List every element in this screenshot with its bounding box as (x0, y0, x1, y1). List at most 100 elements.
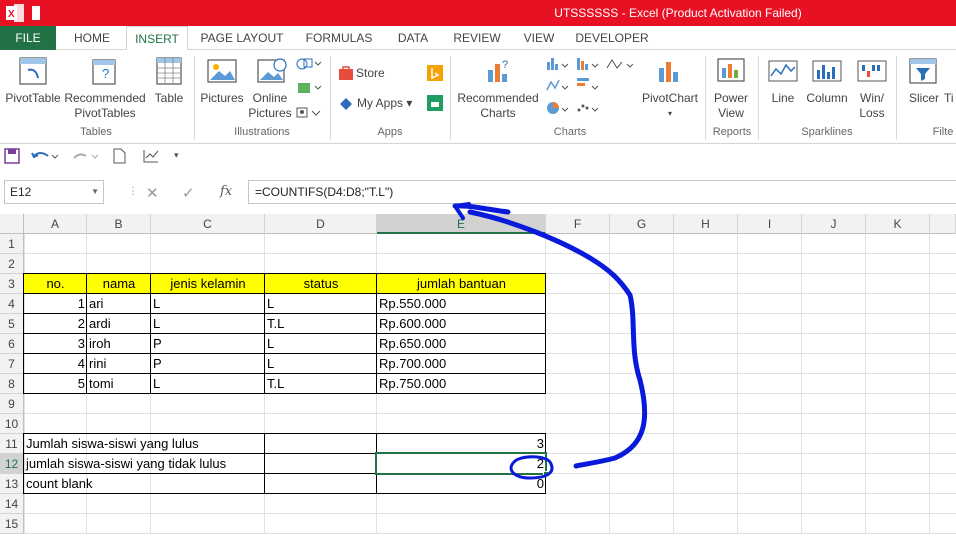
table-cell[interactable]: rini (87, 354, 151, 374)
row-header-10[interactable]: 10 (0, 414, 24, 434)
column-header-f[interactable]: F (546, 214, 610, 234)
tab-developer[interactable]: DEVELOPER (570, 26, 654, 50)
table-header-cell[interactable]: status (265, 274, 377, 294)
tab-insert[interactable]: INSERT (126, 26, 188, 51)
sparkline-winloss-button[interactable]: Win/ Loss (852, 91, 892, 121)
row-header-3[interactable]: 3 (0, 274, 24, 294)
sparkline-line-button[interactable]: Line (764, 91, 802, 106)
table-cell[interactable]: P (151, 334, 265, 354)
row-header-7[interactable]: 7 (0, 354, 24, 374)
table-cell[interactable]: 4 (24, 354, 87, 374)
column-header-b[interactable]: B (87, 214, 151, 234)
column-header-i[interactable]: I (738, 214, 802, 234)
table-cell[interactable]: ardi (87, 314, 151, 334)
row-header-11[interactable]: 11 (0, 434, 24, 454)
chart-qat-icon[interactable] (142, 148, 160, 164)
pivotchart-button[interactable]: PivotChart ▾ (638, 91, 702, 121)
column-header-c[interactable]: C (151, 214, 265, 234)
summary-value-cell[interactable]: 0 (377, 474, 546, 494)
recommended-charts-button[interactable]: Recommended Charts (454, 91, 542, 121)
pictures-button[interactable]: Pictures (198, 91, 246, 106)
column-header-j[interactable]: J (802, 214, 866, 234)
sparkline-column-button[interactable]: Column (802, 91, 852, 106)
undo-icon[interactable] (30, 148, 60, 164)
tab-page-layout[interactable]: PAGE LAYOUT (194, 26, 290, 50)
summary-label-cell[interactable]: count blank (24, 474, 265, 494)
online-pictures-button[interactable]: Online Pictures (248, 91, 292, 121)
cancel-icon[interactable]: ✕ (146, 184, 159, 202)
table-cell[interactable]: Rp.700.000 (377, 354, 546, 374)
summary-value-cell[interactable]: 3 (377, 434, 546, 454)
summary-label-cell[interactable]: Jumlah siswa-siswi yang lulus (24, 434, 265, 454)
table-cell[interactable]: Rp.550.000 (377, 294, 546, 314)
name-box[interactable]: E12 ▼ (4, 180, 104, 204)
formula-input[interactable]: =COUNTIFS(D4:D8;"T.L") (248, 180, 956, 204)
table-header-cell[interactable]: jenis kelamin (151, 274, 265, 294)
table-cell[interactable]: L (151, 294, 265, 314)
table-cell[interactable]: Rp.650.000 (377, 334, 546, 354)
tab-view[interactable]: VIEW (516, 26, 562, 50)
slicer-button[interactable]: Slicer (904, 91, 944, 106)
store-button[interactable]: Store (356, 66, 396, 81)
people-graph-icon[interactable] (426, 94, 444, 112)
row-header-8[interactable]: 8 (0, 374, 24, 394)
column-header-e[interactable]: E (377, 214, 546, 234)
row-header-12[interactable]: 12 (0, 454, 24, 474)
table-cell[interactable]: iroh (87, 334, 151, 354)
row-header-1[interactable]: 1 (0, 234, 24, 254)
table-cell[interactable]: Rp.750.000 (377, 374, 546, 394)
table-cell[interactable]: 3 (24, 334, 87, 354)
table-header-cell[interactable]: jumlah bantuan (377, 274, 546, 294)
customize-qat-icon[interactable]: ▾ (174, 150, 179, 161)
save-icon[interactable] (4, 148, 20, 164)
table-cell[interactable]: L (265, 294, 377, 314)
spreadsheet-grid[interactable]: ABCDEFGHIJK 1 2 3 4 5 6 7 8 9 10 11 12 13 14 15 no. nam… (0, 214, 956, 537)
table-cell[interactable]: 2 (24, 314, 87, 334)
table-cell[interactable]: ari (87, 294, 151, 314)
row-header-14[interactable]: 14 (0, 494, 24, 514)
column-header-h[interactable]: H (674, 214, 738, 234)
enter-icon[interactable]: ✓ (182, 184, 195, 202)
row-header-2[interactable]: 2 (0, 254, 24, 274)
table-cell[interactable]: P (151, 354, 265, 374)
table-header-cell[interactable]: nama (87, 274, 151, 294)
column-header-g[interactable]: G (610, 214, 674, 234)
insert-function-icon[interactable]: fx (220, 184, 232, 199)
table-cell[interactable]: L (151, 314, 265, 334)
column-header-k[interactable]: K (866, 214, 930, 234)
table-header-cell[interactable]: no. (24, 274, 87, 294)
tab-data[interactable]: DATA (388, 26, 438, 50)
table-cell[interactable]: L (265, 354, 377, 374)
chart-types-icon[interactable] (545, 56, 635, 120)
shapes-icon[interactable] (296, 56, 322, 72)
table-cell[interactable]: T.L (265, 374, 377, 394)
new-file-icon[interactable] (112, 148, 126, 164)
tab-review[interactable]: REVIEW (446, 26, 508, 50)
row-header-4[interactable]: 4 (0, 294, 24, 314)
name-box-dropdown-icon[interactable]: ▼ (91, 181, 99, 203)
smartart-icon[interactable] (296, 80, 322, 96)
fill-handle[interactable] (543, 471, 549, 477)
tab-home[interactable]: HOME (62, 26, 122, 50)
table-cell[interactable]: 1 (24, 294, 87, 314)
recommended-pivottables-button[interactable]: Recommended PivotTables (62, 91, 148, 121)
table-button[interactable]: Table (150, 91, 188, 106)
row-header-9[interactable]: 9 (0, 394, 24, 414)
table-cell[interactable]: 5 (24, 374, 87, 394)
power-view-button[interactable]: Power View (708, 91, 754, 121)
summary-label-cell[interactable]: jumlah siswa-siswi yang tidak lulus (24, 454, 265, 474)
table-cell[interactable]: Rp.600.000 (377, 314, 546, 334)
column-header-partial[interactable] (930, 214, 956, 234)
timeline-button[interactable]: Ti (944, 91, 956, 106)
row-header-15[interactable]: 15 (0, 514, 24, 534)
table-cell[interactable]: L (151, 374, 265, 394)
table-cell[interactable]: tomi (87, 374, 151, 394)
column-header-d[interactable]: D (265, 214, 377, 234)
row-header-5[interactable]: 5 (0, 314, 24, 334)
row-header-6[interactable]: 6 (0, 334, 24, 354)
pivottable-button[interactable]: PivotTable (4, 91, 62, 106)
screenshot-icon[interactable] (296, 106, 322, 120)
row-header-13[interactable]: 13 (0, 474, 24, 494)
my-apps-button[interactable]: My Apps ▾ (357, 96, 423, 111)
bing-icon[interactable] (426, 64, 444, 82)
